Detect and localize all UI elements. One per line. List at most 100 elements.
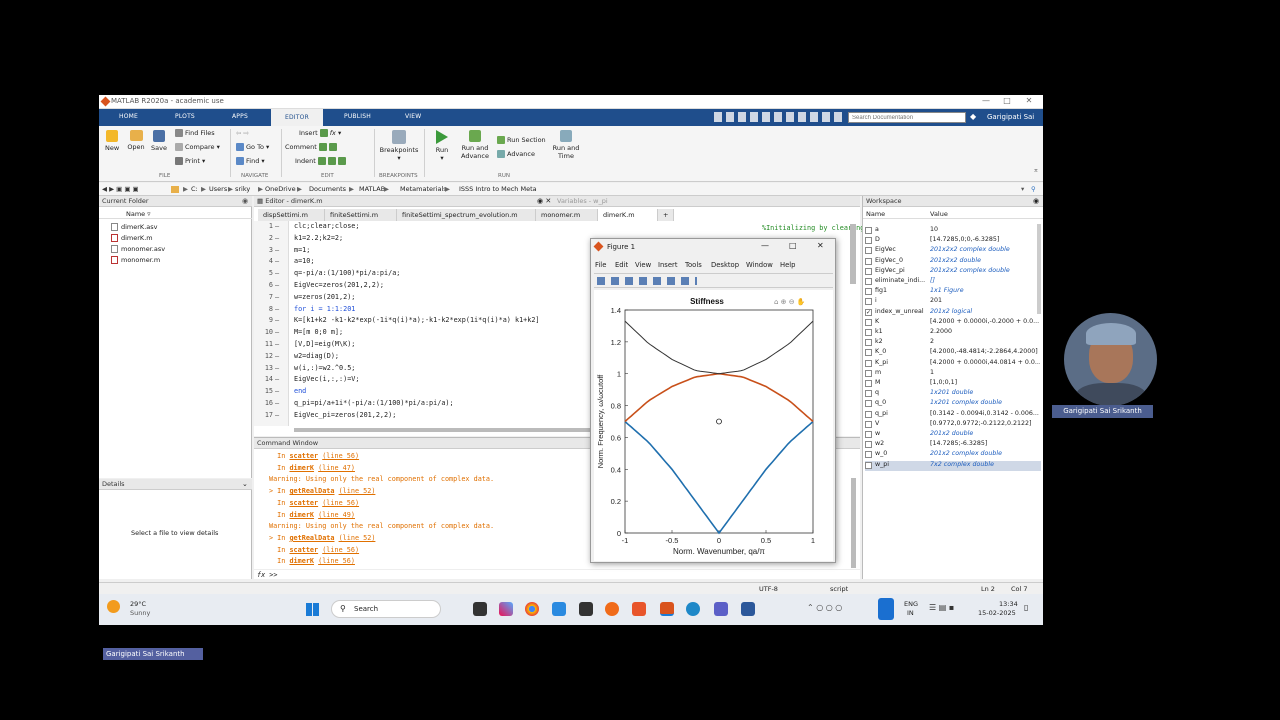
workspace-variable-row[interactable]: i 201 xyxy=(865,297,1041,307)
line-link[interactable]: (line 56) xyxy=(318,557,355,565)
path-segment[interactable]: Users xyxy=(209,185,227,193)
bell-icon[interactable]: ◆ xyxy=(970,112,976,121)
desktop-icon[interactable] xyxy=(552,602,566,616)
tab-file[interactable]: dispSettimi.m xyxy=(258,209,325,221)
lang2[interactable]: IN xyxy=(907,609,914,617)
line-marker[interactable]: — xyxy=(275,281,279,289)
line-marker[interactable]: — xyxy=(275,269,279,277)
compare-button[interactable]: Compare ▾ xyxy=(175,143,220,151)
code-line[interactable]: end xyxy=(294,387,306,395)
notification-icon[interactable]: ▯ xyxy=(1024,603,1028,612)
menu-file[interactable]: File xyxy=(595,261,606,269)
chevron-down-icon[interactable]: ⌄ xyxy=(242,480,248,488)
workspace-variable-row[interactable]: q_pi [0.3142 - 0.0094i,0.3142 - 0.006... xyxy=(865,410,1041,420)
menu-edit[interactable]: Edit xyxy=(615,261,628,269)
workspace-variable-row[interactable]: V [0.9772,0.9772;-0.2122,0.2122] xyxy=(865,420,1041,430)
vertical-scrollbar[interactable] xyxy=(851,478,856,568)
workspace-variable-row[interactable]: EigVec_0 201x2x2 double xyxy=(865,257,1041,267)
function-link[interactable]: scatter xyxy=(289,546,318,554)
back-forward-buttons[interactable]: ⇦ ⇨ xyxy=(236,129,249,137)
start-icon[interactable] xyxy=(306,603,319,616)
horizontal-scrollbar[interactable] xyxy=(294,428,594,432)
firefox-icon[interactable] xyxy=(605,602,619,616)
code-line[interactable]: clc;clear;close; xyxy=(294,222,359,230)
path-segment[interactable]: Metamaterials xyxy=(400,185,447,193)
indent-button[interactable]: Indent xyxy=(295,157,348,165)
code-line[interactable]: M=[m 0;0 m]; xyxy=(294,328,343,336)
search-documentation-input[interactable] xyxy=(848,112,966,123)
line-link[interactable]: (line 52) xyxy=(339,487,376,495)
dropdown-icon[interactable]: ▾ xyxy=(1021,185,1024,193)
code-line[interactable]: w=zeros(201,2); xyxy=(294,293,355,301)
tab-view[interactable]: VIEW xyxy=(405,113,421,120)
list-item[interactable]: monomer.m xyxy=(111,256,160,264)
list-item[interactable]: dimerK.m xyxy=(111,234,153,242)
code-line[interactable]: k1=2.2;k2=2; xyxy=(294,234,343,242)
tab-plots[interactable]: PLOTS xyxy=(175,113,195,120)
line-marker[interactable]: — xyxy=(275,399,279,407)
workspace-variable-row[interactable]: w 201x2 double xyxy=(865,430,1041,440)
nav-arrows-icon[interactable]: ◀ ▶ ▣ ▣ ▣ xyxy=(102,185,139,193)
list-item[interactable]: monomer.asv xyxy=(111,245,165,253)
code-line[interactable]: EigVec_pi=zeros(201,2,2); xyxy=(294,411,396,419)
find-files-button[interactable]: Find Files xyxy=(175,129,215,137)
value-column-header[interactable]: Value xyxy=(930,210,948,218)
clock-date[interactable]: 15-02-2025 xyxy=(978,609,1016,617)
workspace-variable-row[interactable]: w_pi 7x2 complex double xyxy=(865,460,1041,471)
new-button[interactable]: New xyxy=(105,130,119,152)
line-marker[interactable]: — xyxy=(275,257,279,265)
insert-button[interactable]: Insert fx ▾ xyxy=(299,129,341,137)
code-line[interactable]: q_pi=pi/a+1i*(-pi/a:(1/100)*pi/a:pi/a); xyxy=(294,399,454,407)
vertical-scrollbar[interactable] xyxy=(1037,224,1041,314)
tab-file[interactable]: finiteSettimi_spectrum_evolution.m xyxy=(397,209,536,221)
go-to-button[interactable]: Go To ▾ xyxy=(236,143,269,151)
workspace-variable-row[interactable]: w_0 201x2 complex double xyxy=(865,450,1041,460)
dispersion-chart[interactable]: -1 -0.5 0 0.5 1 0 0.2 0.4 0.6 0.8 1 1.2 1.4 Stiffness… xyxy=(594,290,833,561)
workspace-variable-row[interactable]: K [4.2000 + 0.0000i,-0.2000 + 0.0... xyxy=(865,318,1041,328)
path-segment[interactable]: sriky xyxy=(235,185,250,193)
code-line[interactable]: K=[k1+k2 -k1-k2*exp(-1i*q(i)*a);-k1-k2*e… xyxy=(294,316,540,324)
tab-home[interactable]: HOME xyxy=(119,113,138,120)
line-marker[interactable]: — xyxy=(275,411,279,419)
line-marker[interactable]: — xyxy=(275,293,279,301)
save-button[interactable]: Save xyxy=(151,130,167,152)
code-line[interactable]: a=10; xyxy=(294,257,314,265)
code-line[interactable]: for i = 1:1:201 xyxy=(294,305,355,313)
workspace-variable-row[interactable]: eliminate_indi... [] xyxy=(865,277,1041,287)
menu-help[interactable]: Help xyxy=(780,261,796,269)
run-section-button[interactable]: Run Section xyxy=(497,136,546,144)
tab-file[interactable]: monomer.m xyxy=(536,209,598,221)
address-bar[interactable]: ◀ ▶ ▣ ▣ ▣ ▶ C: ▶ Users ▶ sriky ▶ OneDriv… xyxy=(99,183,1043,196)
function-link[interactable]: dimerK xyxy=(289,557,314,565)
function-link[interactable]: scatter xyxy=(289,452,318,460)
line-marker[interactable]: — xyxy=(275,375,279,383)
breakpoints-button[interactable]: Breakpoints ▾ xyxy=(379,130,419,162)
minimize-button[interactable]: — xyxy=(761,241,769,250)
menu-desktop[interactable]: Desktop xyxy=(711,261,739,269)
minimize-button[interactable]: — xyxy=(976,96,996,105)
line-marker[interactable]: — xyxy=(275,340,279,348)
code-line[interactable]: EigVec=zeros(201,2,2); xyxy=(294,281,384,289)
toolbar-icons[interactable] xyxy=(597,277,697,285)
panel-menu-icon[interactable]: ◉ xyxy=(242,197,248,205)
run-and-time-button[interactable]: Run and Time xyxy=(551,130,581,160)
workspace-variable-row[interactable]: m1 xyxy=(865,369,1041,379)
line-marker[interactable]: — xyxy=(275,387,279,395)
search-icon[interactable]: ⚲ xyxy=(1031,185,1036,193)
app-icon[interactable] xyxy=(632,602,646,616)
line-marker[interactable]: — xyxy=(275,305,279,313)
add-tab-button[interactable]: + xyxy=(658,209,674,221)
function-link[interactable]: dimerK xyxy=(289,464,314,472)
workspace-variable-row[interactable]: q 1x201 double xyxy=(865,389,1041,399)
task-view-icon[interactable] xyxy=(473,602,487,616)
maximize-button[interactable]: □ xyxy=(789,241,797,250)
comment-button[interactable]: Comment xyxy=(285,143,339,151)
line-marker[interactable]: — xyxy=(275,364,279,372)
workspace-variable-row[interactable]: ✓ index_w_unreal 201x2 logical xyxy=(865,308,1041,318)
teams-icon[interactable] xyxy=(714,602,728,616)
open-button[interactable]: Open xyxy=(127,130,145,151)
code-line[interactable]: q=-pi/a:(1/100)*pi/a:pi/a; xyxy=(294,269,400,277)
workspace-variable-row[interactable]: M [1,0;0,1] xyxy=(865,379,1041,389)
word-icon[interactable] xyxy=(741,602,755,616)
copilot-icon[interactable] xyxy=(499,602,513,616)
